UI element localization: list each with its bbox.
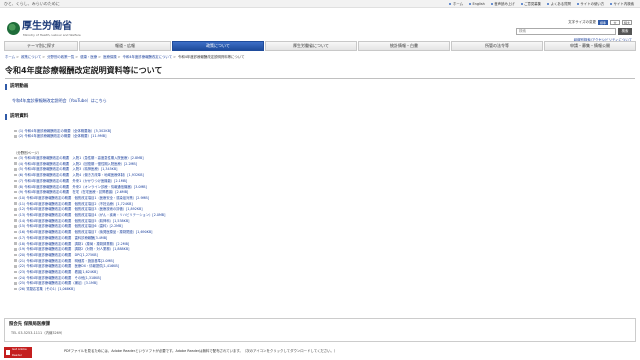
- pdf-bullet-icon: [14, 287, 17, 291]
- top-link-usage[interactable]: サイトの使い方: [577, 2, 604, 6]
- pdf-bullet-icon: [14, 242, 17, 245]
- global-nav: テーマ別に探す 報道・広報 政策について 厚生労働省について 統計情報・白書 所…: [4, 41, 636, 51]
- top-link-voice[interactable]: 音声読み上げ: [491, 2, 514, 6]
- pdf-bullet-icon: [14, 202, 17, 205]
- breadcrumb-item[interactable]: ホーム: [5, 55, 15, 59]
- video-link[interactable]: 令和4年度診療報酬改定説明会（YouTube）はこちら: [12, 98, 107, 104]
- pdf-bullet-icon: [14, 179, 17, 183]
- materials-section-heading: 説明資料: [5, 114, 635, 120]
- top-link-english[interactable]: English: [469, 2, 485, 6]
- pdf-bullet-icon: [14, 259, 17, 262]
- pdf-bullet-icon: [14, 168, 17, 171]
- search-row: 検索 検索: [432, 28, 632, 35]
- site-logo-title[interactable]: 厚生労働省: [22, 21, 72, 33]
- site-header: 厚生労働省 Ministry of Health, Labour and Wel…: [0, 8, 640, 49]
- site-logo-subtitle: Ministry of Health, Labour and Welfare: [23, 33, 81, 37]
- pdf-bullet-icon: [14, 270, 17, 274]
- contact-tel: TEL 03-5253-1111（内線3269）: [11, 331, 65, 335]
- mhlw-logo-icon[interactable]: [7, 22, 20, 35]
- material-link[interactable]: (26) 質疑応答集（その1）[1,068KB]: [14, 287, 574, 293]
- nav-item-policy[interactable]: 政策について: [172, 41, 264, 51]
- contact-title: 照会先 保険局医療課: [9, 322, 51, 327]
- page-title: 令和4年度診療報酬改定説明資料等について: [5, 66, 635, 79]
- nav-item-statistics[interactable]: 統計情報・白書: [358, 41, 450, 51]
- breadcrumb-item[interactable]: 医療保険: [103, 55, 117, 59]
- adobe-notice-text: PDFファイルを見るためには、Adobe Readerというソフトが必要です。A…: [64, 349, 338, 353]
- nav-item-theme[interactable]: テーマ別に探す: [4, 41, 78, 51]
- pdf-bullet-icon: [14, 230, 17, 234]
- contact-box: 照会先 保険局医療課 TEL 03-5253-1111（内線3269）: [4, 318, 636, 342]
- pdf-bullet-icon: [14, 196, 17, 200]
- breadcrumb-current: 令和4年度診療報酬改定説明資料等について: [178, 55, 245, 59]
- pdf-bullet-icon: [14, 135, 17, 138]
- breadcrumb-item[interactable]: 分野別の政策一覧: [47, 55, 74, 59]
- video-section-heading: 説明動画: [5, 84, 635, 90]
- pdf-bullet-icon: [14, 213, 17, 217]
- pdf-bullet-icon: [14, 208, 17, 211]
- top-links: ホーム English 音声読み上げ ご意見募集 よくある質問 サイトの使い方 …: [449, 2, 634, 6]
- pdf-bullet-icon: [14, 173, 17, 177]
- top-link-opinion[interactable]: ご意見募集: [521, 2, 541, 6]
- pdf-bullet-icon: [14, 162, 17, 165]
- breadcrumb: ホーム> 政策について> 分野別の政策一覧> 健康・医療> 医療保険> 令和4年…: [5, 55, 245, 59]
- fontsize-control: 文字サイズの変更 標準 大 特大: [432, 20, 632, 25]
- nav-item-about[interactable]: 厚生労働省について: [265, 41, 357, 51]
- pdf-bullet-icon: [14, 248, 17, 251]
- nav-item-laws[interactable]: 所管の法令等: [451, 41, 543, 51]
- site-tagline: ひと、くらし、みらいのために: [4, 0, 60, 6]
- materials-note: （分野別ページ）: [14, 151, 42, 155]
- material-link[interactable]: (2) 令和4年度診療報酬改定の概要（全体概要）[11.9MB]: [14, 134, 534, 139]
- materials-summary-list: (1) 令和4年度診療報酬改定の概要（全体概要版）[5,302KB] (2) 令…: [14, 129, 534, 140]
- pdf-bullet-icon: [14, 225, 17, 228]
- breadcrumb-item[interactable]: 健康・医療: [80, 55, 97, 59]
- breadcrumb-item[interactable]: 政策について: [21, 55, 41, 59]
- top-link-search[interactable]: サイト内検索: [610, 2, 634, 6]
- nav-item-applications[interactable]: 申請・募集・情報公開: [544, 41, 636, 51]
- adobe-notice: Get Adobe Reader PDFファイルを見るためには、Adobe Re…: [4, 346, 636, 360]
- top-link-faq[interactable]: よくある質問: [547, 2, 571, 6]
- pdf-bullet-icon: [14, 236, 17, 240]
- fontsize-large-button[interactable]: 大: [610, 20, 620, 25]
- fontsize-standard-button[interactable]: 標準: [598, 20, 608, 25]
- fontsize-label: 文字サイズの変更: [568, 20, 596, 25]
- pdf-bullet-icon: [14, 282, 17, 285]
- pdf-bullet-icon: [14, 265, 17, 268]
- pdf-bullet-icon: [14, 253, 17, 257]
- search-input[interactable]: 検索: [516, 28, 616, 35]
- pdf-bullet-icon: [14, 185, 17, 188]
- pdf-bullet-icon: [14, 156, 17, 160]
- adobe-reader-badge-icon[interactable]: Get Adobe Reader: [4, 347, 32, 358]
- search-button[interactable]: 検索: [618, 28, 632, 35]
- top-utility-bar: ひと、くらし、みらいのために ホーム English 音声読み上げ ご意見募集 …: [0, 0, 640, 8]
- pdf-bullet-icon: [14, 276, 17, 280]
- pdf-bullet-icon: [14, 219, 17, 222]
- breadcrumb-item[interactable]: 令和4年度診療報酬改定について: [123, 55, 173, 59]
- pdf-bullet-icon: [14, 129, 17, 133]
- fontsize-xlarge-button[interactable]: 特大: [622, 20, 632, 25]
- nav-item-press[interactable]: 報道・広報: [79, 41, 171, 51]
- pdf-bullet-icon: [14, 190, 17, 194]
- top-link-home[interactable]: ホーム: [449, 2, 463, 6]
- materials-detail-list: (3) 令和4年度診療報酬改定の概要 入院1（急性期・高度急性期入院医療）[2.…: [14, 156, 574, 293]
